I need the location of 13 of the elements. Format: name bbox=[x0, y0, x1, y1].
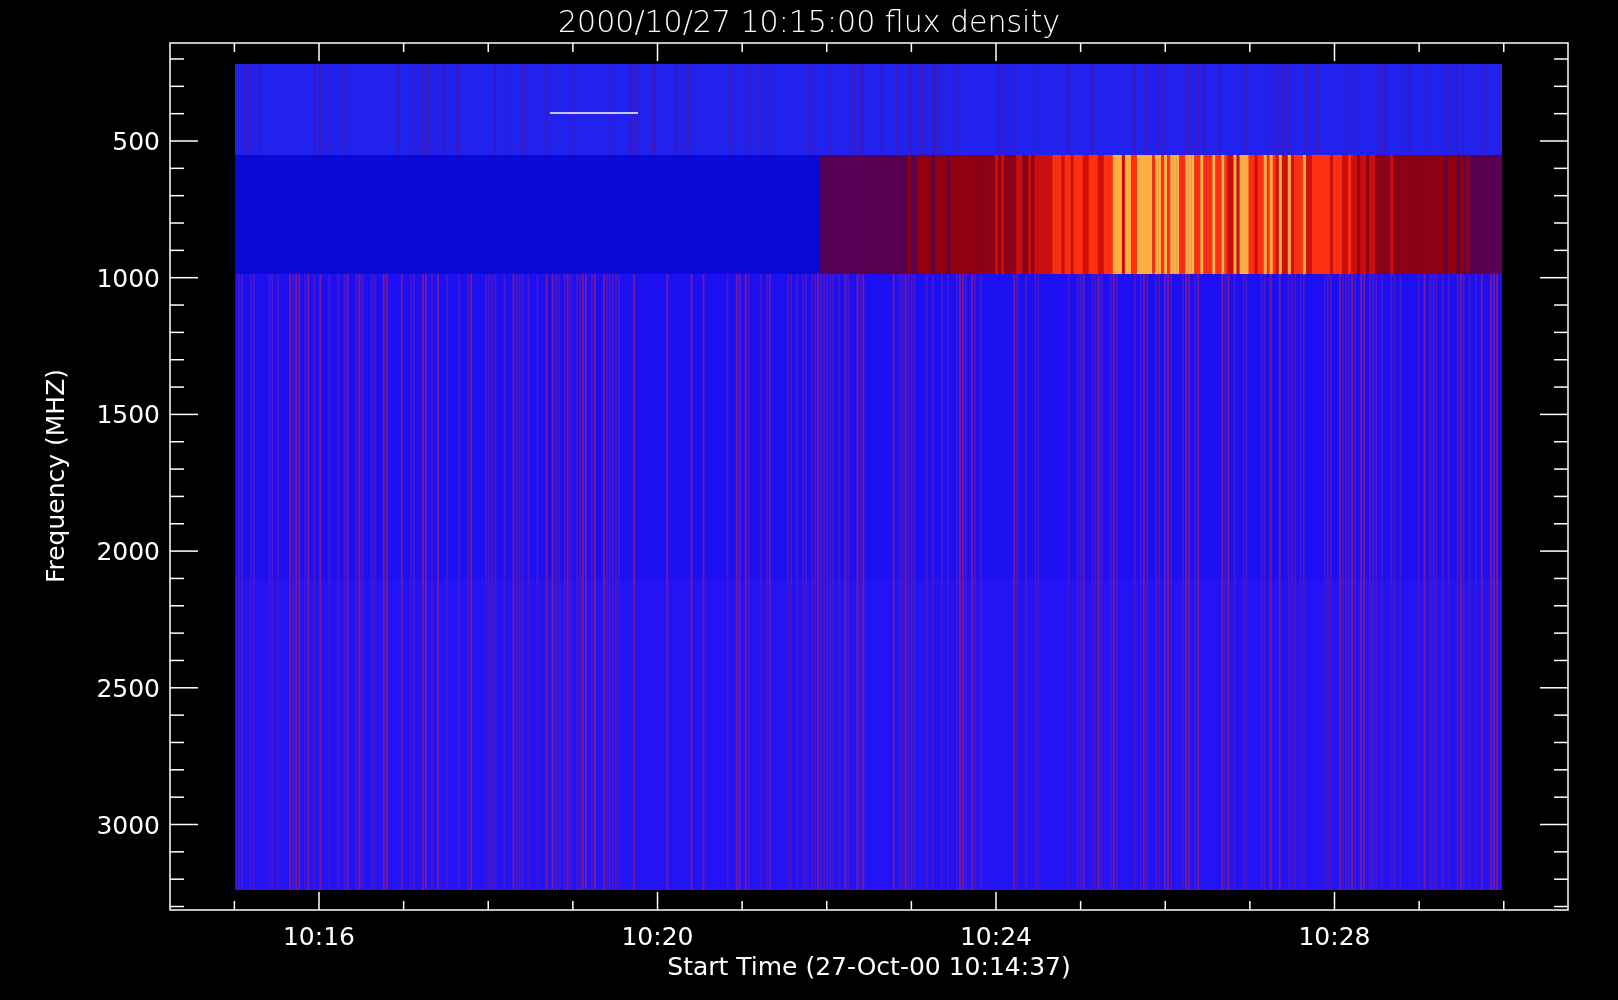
y-tick-label: 1000 bbox=[96, 263, 160, 293]
y-tick-label: 1500 bbox=[96, 400, 160, 430]
x-tick-label: 10:20 bbox=[621, 922, 694, 951]
y-tick-label: 500 bbox=[112, 127, 160, 156]
y-tick-label: 3000 bbox=[96, 810, 160, 840]
x-tick-label: 10:28 bbox=[1298, 922, 1371, 951]
y-axis-label: Frequency (MHZ) bbox=[41, 368, 70, 584]
y-tick-label: 2000 bbox=[96, 537, 160, 567]
x-tick-label: 10:16 bbox=[283, 922, 355, 951]
x-tick-label: 10:24 bbox=[960, 922, 1032, 951]
y-tick-label: 2500 bbox=[96, 673, 160, 703]
x-axis-label: Start Time (27-Oct-00 10:14:37) bbox=[667, 952, 1071, 981]
plot-title: 2000/10/27 10:15:00 flux density bbox=[558, 4, 1060, 39]
